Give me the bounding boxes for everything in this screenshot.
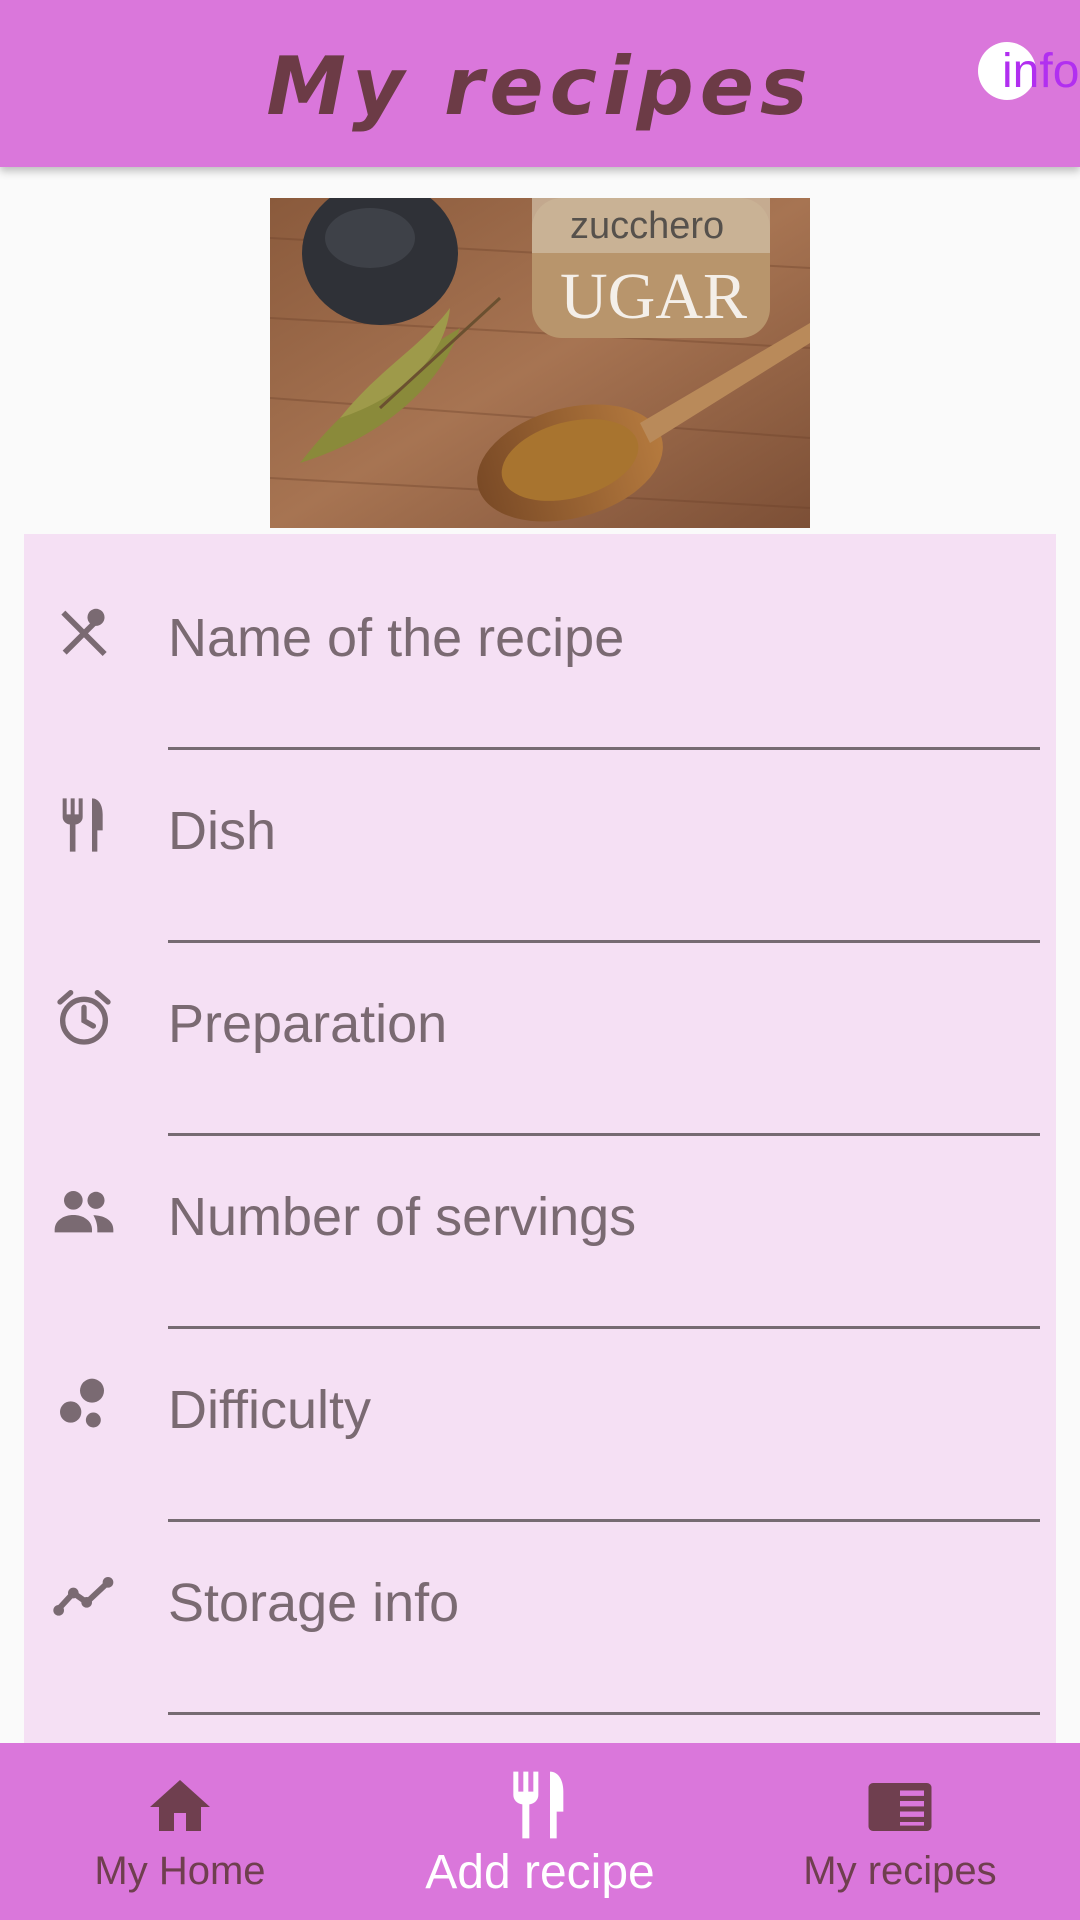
recipe-image[interactable]: zucchero UGAR: [270, 198, 810, 528]
restaurant-icon: [513, 1771, 564, 1839]
nav-my-recipes-label: My recipes: [803, 1849, 997, 1893]
servings-label: Number of servings: [168, 1187, 637, 1247]
trending-line-icon: [48, 1561, 120, 1633]
alarm-clock-icon: [48, 982, 120, 1054]
people-icon: [48, 1175, 120, 1247]
dish-label: Dish: [168, 801, 277, 861]
difficulty-label: Difficulty: [168, 1380, 372, 1440]
servings-field[interactable]: Number of servings: [24, 1113, 1056, 1329]
storage-info-label: Storage info: [168, 1573, 460, 1633]
info-button[interactable]: info: [978, 42, 1079, 102]
spoon-knife-icon: [48, 596, 120, 668]
nav-my-recipes[interactable]: My recipes: [720, 1743, 1080, 1920]
recipe-form: Name of the recipe Dish Preparation Numb…: [24, 534, 1056, 1824]
difficulty-field[interactable]: Difficulty: [24, 1306, 1056, 1522]
bubbles-icon: [48, 1368, 120, 1440]
svg-text:UGAR: UGAR: [560, 260, 747, 333]
storage-info-underline: [168, 1712, 1040, 1715]
dish-field[interactable]: Dish: [24, 727, 1056, 943]
preparation-label: Preparation: [168, 994, 448, 1054]
preparation-field[interactable]: Preparation: [24, 920, 1056, 1136]
storage-info-field[interactable]: Storage info: [24, 1499, 1056, 1715]
page-title: My recipes: [266, 40, 814, 133]
nav-add-recipe[interactable]: Add recipe: [360, 1743, 720, 1920]
app-bar: My recipes info: [0, 0, 1080, 167]
recipe-photo: zucchero UGAR: [270, 198, 810, 528]
home-icon: [150, 1780, 210, 1831]
recipe-name-field[interactable]: Name of the recipe: [24, 534, 1056, 750]
bottom-navigation: My Home Add recipe My recipes: [0, 1743, 1080, 1920]
recipe-name-label: Name of the recipe: [168, 608, 625, 668]
nav-my-home-label: My Home: [94, 1849, 266, 1893]
restaurant-icon: [48, 789, 120, 861]
nav-add-recipe-label: Add recipe: [425, 1846, 655, 1899]
info-label: info: [1002, 45, 1080, 98]
nav-my-home[interactable]: My Home: [0, 1743, 360, 1920]
book-icon: [868, 1783, 932, 1831]
svg-text:zucchero: zucchero: [570, 205, 724, 247]
